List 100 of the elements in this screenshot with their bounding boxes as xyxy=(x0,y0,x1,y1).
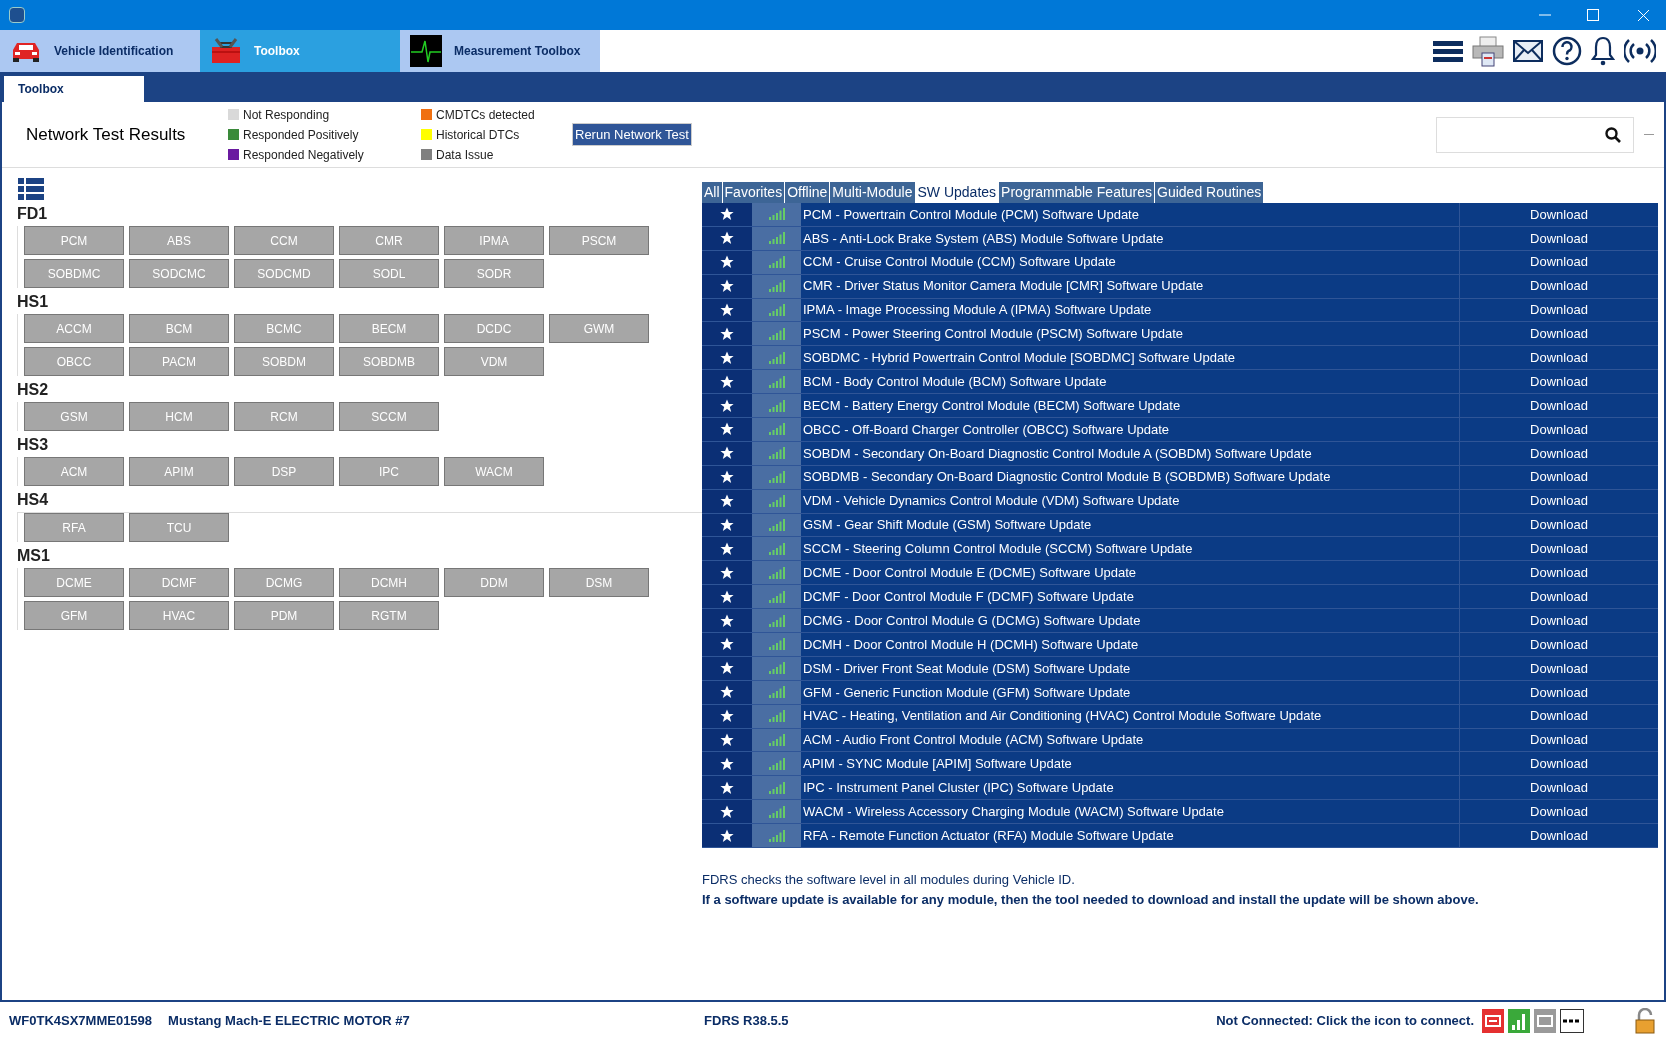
routine-name[interactable]: CMR - Driver Status Monitor Camera Module [CMR] Software Update xyxy=(801,274,1460,298)
star-icon[interactable] xyxy=(720,733,734,748)
star-icon[interactable] xyxy=(720,326,734,341)
routine-name[interactable]: ACM - Audio Front Control Module (ACM) Software Update xyxy=(801,728,1460,752)
dashes-icon[interactable] xyxy=(1560,1009,1584,1033)
rerun-network-test-button[interactable]: Rerun Network Test xyxy=(572,122,692,147)
routine-name[interactable]: OBCC - Off-Board Charger Controller (OBCC) Software Update xyxy=(801,418,1460,441)
vci-connector-icon[interactable] xyxy=(1482,1009,1504,1033)
star-icon[interactable] xyxy=(720,541,734,556)
routine-name[interactable]: SOBDMB - Secondary On-Board Diagnostic Control Module B (SOBDMB) Software Update xyxy=(801,465,1460,489)
download-link[interactable]: Download xyxy=(1460,418,1658,441)
routine-name[interactable]: RFA - Remote Function Actuator (RFA) Module Software Update xyxy=(801,824,1460,848)
download-link[interactable]: Download xyxy=(1460,776,1658,800)
routine-name[interactable]: APIM - SYNC Module [APIM] Software Update xyxy=(801,752,1460,776)
routine-name[interactable]: CCM - Cruise Control Module (CCM) Software Update xyxy=(801,250,1460,274)
download-link[interactable]: Download xyxy=(1460,298,1658,322)
routine-name[interactable]: SOBDMC - Hybrid Powertrain Control Module [SOBDMC] Software Update xyxy=(801,346,1460,370)
download-link[interactable]: Download xyxy=(1460,489,1658,513)
star-icon[interactable] xyxy=(720,231,734,246)
app-tab[interactable]: Measurement Toolbox xyxy=(400,30,600,72)
routine-name[interactable]: IPC - Instrument Panel Cluster (IPC) Software Update xyxy=(801,776,1460,800)
star-icon[interactable] xyxy=(720,661,734,676)
star-icon[interactable] xyxy=(720,613,734,628)
routine-name[interactable]: IPMA - Image Processing Module A (IPMA) Software Update xyxy=(801,298,1460,322)
download-link[interactable]: Download xyxy=(1460,394,1658,417)
star-icon[interactable] xyxy=(720,350,734,365)
star-icon[interactable] xyxy=(720,470,734,485)
download-link[interactable]: Download xyxy=(1460,537,1658,561)
download-link[interactable]: Download xyxy=(1460,824,1658,848)
close-icon[interactable] xyxy=(1637,8,1650,22)
routine-name[interactable]: HVAC - Heating, Ventilation and Air Conditioning (HVAC) Control Module Software Update xyxy=(801,704,1460,728)
filter-tab[interactable]: Programmable Features xyxy=(999,182,1155,203)
filter-tab[interactable]: Guided Routines xyxy=(1155,182,1264,203)
download-link[interactable]: Download xyxy=(1460,322,1658,346)
routine-name[interactable]: PSCM - Power Steering Control Module (PSCM) Software Update xyxy=(801,322,1460,346)
download-link[interactable]: Download xyxy=(1460,656,1658,680)
help-icon[interactable] xyxy=(1552,36,1582,66)
star-icon[interactable] xyxy=(720,780,734,795)
search-field[interactable] xyxy=(1436,116,1634,153)
download-link[interactable]: Download xyxy=(1460,752,1658,776)
routine-name[interactable]: DCME - Door Control Module E (DCME) Software Update xyxy=(801,561,1460,585)
star-icon[interactable] xyxy=(720,804,734,819)
download-link[interactable]: Download xyxy=(1460,250,1658,274)
star-icon[interactable] xyxy=(720,518,734,532)
routine-name[interactable]: VDM - Vehicle Dynamics Control Module (VDM) Software Update xyxy=(801,489,1460,513)
download-link[interactable]: Download xyxy=(1460,561,1658,585)
star-icon[interactable] xyxy=(720,565,734,580)
filter-tab[interactable]: Multi-Module xyxy=(830,182,915,203)
routine-name[interactable]: PCM - Powertrain Control Module (PCM) Software Update xyxy=(801,203,1460,226)
routine-name[interactable]: DSM - Driver Front Seat Module (DSM) Software Update xyxy=(801,656,1460,680)
app-tab[interactable]: Vehicle Identification xyxy=(0,30,200,72)
download-link[interactable]: Download xyxy=(1460,465,1658,489)
download-link[interactable]: Download xyxy=(1460,609,1658,633)
star-icon[interactable] xyxy=(720,685,734,700)
download-link[interactable]: Download xyxy=(1460,633,1658,656)
routine-name[interactable]: DCMG - Door Control Module G (DCMG) Software Update xyxy=(801,609,1460,633)
printer-icon[interactable] xyxy=(1472,35,1504,67)
star-icon[interactable] xyxy=(720,303,734,317)
download-link[interactable]: Download xyxy=(1460,585,1658,609)
download-link[interactable]: Download xyxy=(1460,370,1658,394)
bell-icon[interactable] xyxy=(1591,36,1615,66)
star-icon[interactable] xyxy=(720,255,734,270)
routine-name[interactable]: GSM - Gear Shift Module (GSM) Software Update xyxy=(801,513,1460,537)
routine-name[interactable]: SCCM - Steering Column Control Module (SCCM) Software Update xyxy=(801,537,1460,561)
star-icon[interactable] xyxy=(720,709,734,724)
star-icon[interactable] xyxy=(720,756,734,771)
star-icon[interactable] xyxy=(720,637,734,652)
mail-icon[interactable] xyxy=(1513,39,1543,63)
signal-bars-icon[interactable] xyxy=(1508,1009,1530,1033)
routine-name[interactable]: WACM - Wireless Accessory Charging Module (WACM) Software Update xyxy=(801,800,1460,824)
download-link[interactable]: Download xyxy=(1460,203,1658,226)
star-icon[interactable] xyxy=(720,398,734,413)
star-icon[interactable] xyxy=(720,279,734,294)
routine-name[interactable]: BECM - Battery Energy Control Module (BECM) Software Update xyxy=(801,394,1460,417)
padlock-icon[interactable] xyxy=(1634,1008,1656,1034)
routine-name[interactable]: DCMH - Door Control Module H (DCMH) Software Update xyxy=(801,633,1460,656)
wireless-signal-icon[interactable] xyxy=(1624,38,1656,64)
routine-name[interactable]: GFM - Generic Function Module (GFM) Software Update xyxy=(801,680,1460,704)
download-link[interactable]: Download xyxy=(1460,704,1658,728)
star-icon[interactable] xyxy=(720,589,734,604)
star-icon[interactable] xyxy=(720,207,734,222)
routine-name[interactable]: BCM - Body Control Module (BCM) Software Update xyxy=(801,370,1460,394)
menu-icon[interactable] xyxy=(1433,39,1463,63)
routine-name[interactable]: SOBDM - Secondary On-Board Diagnostic Control Module A (SOBDM) Software Update xyxy=(801,441,1460,465)
routine-name[interactable]: DCMF - Door Control Module F (DCMF) Software Update xyxy=(801,585,1460,609)
list-view-icon[interactable] xyxy=(18,178,44,200)
filter-tab[interactable]: All xyxy=(702,182,722,203)
download-link[interactable]: Download xyxy=(1460,226,1658,250)
sub-tab[interactable]: Toolbox xyxy=(4,76,144,102)
download-link[interactable]: Download xyxy=(1460,513,1658,537)
star-icon[interactable] xyxy=(720,422,734,437)
star-icon[interactable] xyxy=(720,828,734,843)
star-icon[interactable] xyxy=(720,494,734,509)
download-link[interactable]: Download xyxy=(1460,441,1658,465)
filter-tab[interactable]: Offline xyxy=(785,182,830,203)
routine-name[interactable]: ABS - Anti-Lock Brake System (ABS) Module Software Update xyxy=(801,226,1460,250)
download-link[interactable]: Download xyxy=(1460,728,1658,752)
download-link[interactable]: Download xyxy=(1460,274,1658,298)
download-link[interactable]: Download xyxy=(1460,800,1658,824)
download-link[interactable]: Download xyxy=(1460,346,1658,370)
